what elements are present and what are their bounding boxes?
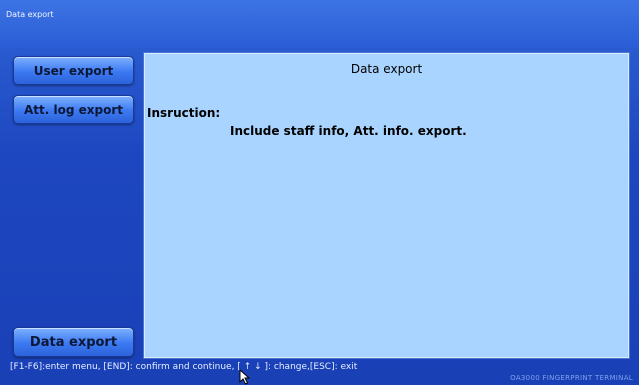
- title-bar: Data export: [0, 0, 639, 48]
- arrow-cursor-icon: [239, 369, 251, 385]
- status-bar: [F1-F6]:enter menu, [END]: confirm and c…: [0, 358, 639, 385]
- window-title: Data export: [6, 10, 54, 19]
- instruction-label: Insruction:: [147, 106, 221, 120]
- keyboard-hint: [F1-F6]:enter menu, [END]: confirm and c…: [10, 362, 358, 372]
- terminal-screen: Data export User export Att. log export …: [0, 0, 639, 385]
- instruction-text: Include staff info, Att. info. export.: [230, 124, 467, 138]
- panel-title: Data export: [350, 62, 423, 76]
- device-brand: OA3000 FINGERPRINT TERMINAL: [510, 374, 633, 382]
- user-export-button[interactable]: User export: [13, 56, 134, 85]
- data-export-button[interactable]: Data export: [13, 327, 134, 357]
- att-log-export-button[interactable]: Att. log export: [13, 95, 134, 124]
- content-panel: Data export Insruction: Include staff in…: [143, 52, 630, 359]
